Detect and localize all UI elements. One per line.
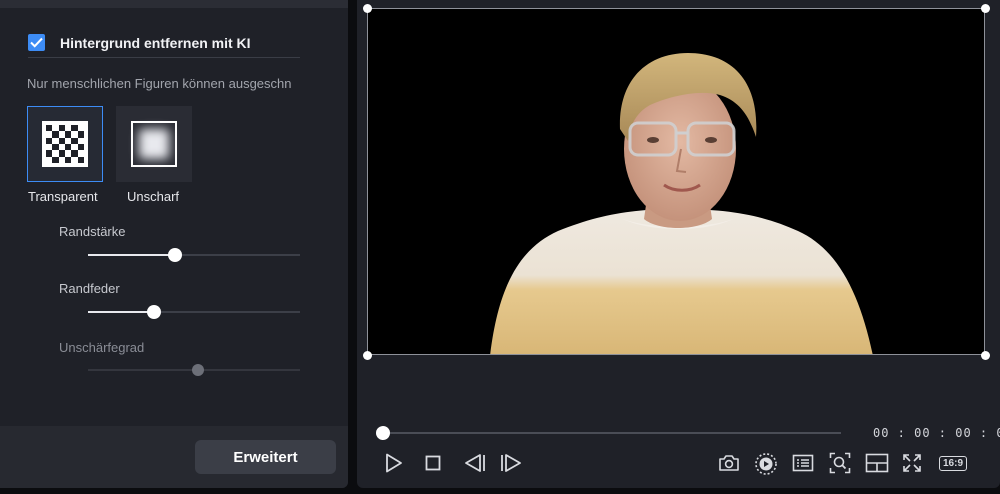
panel-top-bar (0, 0, 348, 8)
remove-background-checkbox[interactable] (28, 34, 45, 51)
remove-background-option[interactable]: Hintergrund entfernen mit KI (28, 34, 300, 58)
edge-thickness-thumb[interactable] (167, 248, 182, 262)
playback-progress-thumb[interactable] (376, 426, 390, 440)
layout-icon (865, 453, 889, 473)
edge-feather-slider[interactable] (88, 305, 300, 319)
edge-feather-label: Randfeder (59, 281, 120, 296)
camera-icon (719, 455, 739, 471)
layout-button[interactable] (864, 450, 890, 476)
crop-handle-bottom-right[interactable] (980, 350, 990, 360)
blur-level-label: Unschärfegrad (59, 340, 145, 355)
previous-frame-button[interactable] (462, 450, 488, 476)
video-preview[interactable] (367, 8, 985, 355)
remove-background-label: Hintergrund entfernen mit KI (60, 35, 251, 51)
marker-list-button[interactable] (790, 450, 816, 476)
crop-handle-top-left[interactable] (362, 3, 372, 13)
zoom-icon (829, 452, 851, 474)
mode-transparent-label: Transparent (28, 189, 98, 204)
timecode-display: 00 : 00 : 00 : 00 (873, 426, 1000, 440)
play-button[interactable] (383, 450, 405, 476)
human-figures-hint: Nur menschlichen Figuren können ausgesch… (27, 76, 292, 91)
checkmark-icon (30, 37, 43, 48)
list-icon (792, 454, 814, 472)
render-preview-button[interactable] (752, 450, 780, 476)
stop-icon (425, 455, 441, 471)
edge-feather-thumb[interactable] (146, 305, 161, 319)
edge-thickness-fill (88, 254, 175, 256)
advanced-button[interactable]: Erweitert (195, 440, 336, 474)
stop-button[interactable] (423, 450, 443, 476)
play-icon (386, 453, 402, 473)
aspect-ratio-label: 16:9 (938, 455, 967, 471)
mode-blur-label: Unscharf (127, 189, 180, 204)
checkerboard-icon (42, 121, 88, 167)
aspect-ratio-button[interactable]: 16:9 (936, 450, 970, 476)
playback-progress-bar[interactable] (376, 426, 841, 440)
render-preview-icon (755, 453, 777, 475)
fullscreen-button[interactable] (900, 450, 924, 476)
mode-blur-button[interactable] (116, 106, 192, 182)
next-frame-icon (501, 454, 521, 472)
mode-transparent-button[interactable] (27, 106, 103, 182)
fullscreen-icon (903, 454, 921, 472)
edge-feather-fill (88, 311, 154, 313)
next-frame-button[interactable] (498, 450, 524, 476)
edge-thickness-slider[interactable] (88, 248, 300, 262)
blur-level-slider (88, 364, 300, 376)
edge-thickness-label: Randstärke (59, 224, 126, 239)
crop-handle-bottom-left[interactable] (362, 350, 372, 360)
person-preview-image (490, 53, 873, 354)
previous-frame-icon (465, 454, 485, 472)
crop-handle-top-right[interactable] (980, 3, 990, 13)
snapshot-button[interactable] (716, 450, 742, 476)
zoom-preview-button[interactable] (827, 450, 853, 476)
settings-panel (0, 0, 348, 488)
blur-icon (131, 121, 177, 167)
